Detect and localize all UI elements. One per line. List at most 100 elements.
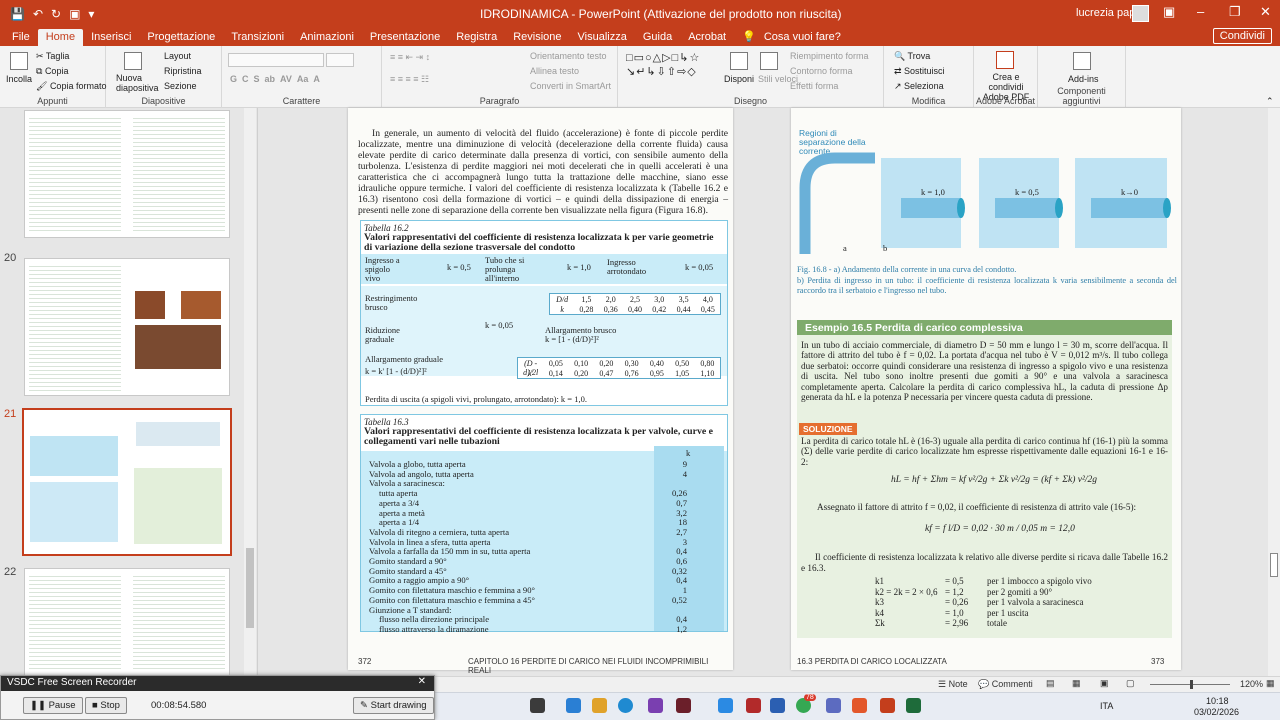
normal-view-icon[interactable]: ▤ (1046, 678, 1055, 689)
customize-qat-icon[interactable]: ▾ (88, 7, 94, 21)
app-icon[interactable] (852, 698, 867, 713)
font-name-box[interactable] (228, 53, 324, 67)
slide-thumbnail-19[interactable] (24, 110, 230, 238)
restore-icon[interactable]: ❐ (1229, 4, 1241, 20)
pdf-icon[interactable] (996, 51, 1014, 69)
teams-icon[interactable] (826, 698, 841, 713)
zoom-handle[interactable] (1190, 680, 1193, 689)
acrobat-icon[interactable] (746, 698, 761, 713)
slide-thumbnail-22[interactable] (24, 568, 230, 676)
arrange-button[interactable]: Disponi (724, 74, 754, 84)
reading-view-icon[interactable]: ▣ (1100, 678, 1109, 689)
folder-icon[interactable] (592, 698, 607, 713)
scroll-thumb[interactable] (1270, 553, 1278, 577)
store-icon[interactable] (566, 698, 581, 713)
scroll-thumb[interactable] (246, 548, 254, 628)
list-buttons[interactable]: ≡ ≡ ⇤ ⇥ ↕ (390, 52, 430, 63)
text-direction-button[interactable]: Orientamento testo (530, 51, 607, 61)
recorder-close-icon[interactable]: ✕ (418, 676, 426, 687)
paste-icon[interactable] (10, 52, 28, 70)
clock-date[interactable]: 03/02/2026 (1194, 707, 1239, 717)
tell-me-input[interactable]: Cosa vuoi fare? (756, 29, 849, 46)
font-style-buttons[interactable]: G C S ab AV Aa A (230, 74, 320, 84)
layout-button[interactable]: Layout (164, 51, 191, 61)
replace-button[interactable]: ⇄ Sostituisci (894, 66, 945, 77)
tab-review[interactable]: Revisione (505, 29, 569, 46)
align-text-button[interactable]: Allinea testo (530, 66, 579, 76)
smartart-button[interactable]: Converti in SmartArt (530, 81, 611, 91)
reset-button[interactable]: Ripristina (164, 66, 202, 76)
mail-icon[interactable] (718, 698, 733, 713)
ribbon-display-icon[interactable]: ▣ (1163, 4, 1175, 20)
shapes-gallery[interactable]: □▭○△▷□↳☆ (626, 51, 700, 64)
keyboard-language[interactable]: ITA (1100, 701, 1113, 711)
edge-icon[interactable] (618, 698, 633, 713)
powerpoint-icon[interactable] (880, 698, 895, 713)
slideshow-view-icon[interactable]: ▢ (1126, 678, 1135, 689)
pause-label: Pause (48, 700, 76, 711)
select-button[interactable]: ↗ Seleziona (894, 81, 944, 92)
format-painter-button[interactable]: 🖌 Copia formato (36, 81, 106, 92)
new-slide-icon[interactable] (124, 52, 142, 70)
shape-fill-button[interactable]: Riempimento forma (790, 51, 869, 61)
present-icon[interactable]: ▣ (69, 7, 80, 21)
fit-slide-icon[interactable]: ▦ (1266, 678, 1275, 689)
addins-button[interactable]: Add-ins (1068, 74, 1099, 84)
slides-scrollbar[interactable] (244, 108, 256, 676)
stop-button[interactable]: ■ Stop (85, 697, 127, 714)
paste-button[interactable]: Incolla (6, 74, 32, 84)
addins-icon[interactable] (1073, 52, 1091, 70)
section-button[interactable]: Sezione (164, 81, 197, 91)
tab-slideshow[interactable]: Presentazione (362, 29, 448, 46)
quick-styles-icon[interactable] (760, 52, 778, 70)
canvas-scrollbar[interactable] (1268, 108, 1280, 676)
comments-button[interactable]: 💬 Commenti (978, 679, 1033, 690)
onenote-icon[interactable] (648, 698, 663, 713)
tab-transitions[interactable]: Transizioni (223, 29, 292, 46)
tab-insert[interactable]: Inserisci (83, 29, 139, 46)
zoom-slider[interactable] (1150, 680, 1230, 689)
new-slide-button[interactable]: Nuova diapositiva (116, 73, 162, 93)
shapes-gallery-row2[interactable]: ↘↵↳⇩⇧⇨◇ (626, 65, 697, 78)
file-explorer-icon[interactable] (530, 698, 545, 713)
find-button[interactable]: 🔍 Trova (894, 51, 930, 62)
notes-button[interactable]: ☰ Note (938, 679, 968, 690)
tab-design[interactable]: Progettazione (139, 29, 223, 46)
app-icon[interactable] (676, 698, 691, 713)
grid-cell: 0,10 (574, 359, 589, 368)
slide-thumbnail-21[interactable] (22, 408, 232, 556)
share-button[interactable]: Condividi (1212, 28, 1272, 44)
tab-view[interactable]: Visualizza (570, 29, 635, 46)
tab-record[interactable]: Registra (448, 29, 505, 46)
zoom-level[interactable]: 120% (1240, 679, 1263, 689)
example-box: Esempio 16.5 Perdita di carico complessi… (797, 320, 1172, 638)
align-buttons[interactable]: ≡ ≡ ≡ ≡ ☷ (390, 74, 429, 85)
cut-button[interactable]: ✂ Taglia (36, 51, 69, 62)
start-drawing-button[interactable]: ✎ Start drawing (353, 697, 434, 714)
copy-button[interactable]: ⧉ Copia (36, 66, 68, 77)
figure-k-label: k = 1,0 (921, 187, 945, 197)
close-icon[interactable]: ✕ (1260, 4, 1271, 20)
tab-acrobat[interactable]: Acrobat (680, 29, 734, 46)
sorter-view-icon[interactable]: ▦ (1072, 678, 1081, 689)
tab-help[interactable]: Guida (635, 29, 680, 46)
slide-canvas[interactable]: In generale, un aumento di velocità del … (258, 108, 1268, 676)
arrange-icon[interactable] (730, 52, 748, 70)
clock-time[interactable]: 10:18 (1206, 696, 1229, 706)
word-icon[interactable] (770, 698, 785, 713)
avatar[interactable] (1132, 5, 1149, 22)
excel-icon[interactable] (906, 698, 921, 713)
redo-icon[interactable]: ↻ (51, 7, 61, 21)
tab-home[interactable]: Home (37, 29, 84, 46)
collapse-ribbon-icon[interactable]: ⌃ (1266, 96, 1274, 107)
tab-animations[interactable]: Animazioni (292, 29, 362, 46)
shape-outline-button[interactable]: Contorno forma (790, 66, 853, 76)
save-icon[interactable]: 💾 (10, 7, 25, 21)
minimize-icon[interactable]: – (1197, 4, 1204, 19)
shape-effects-button[interactable]: Effetti forma (790, 81, 838, 91)
pause-button[interactable]: ❚❚ Pause (23, 697, 83, 714)
font-size-box[interactable] (326, 53, 354, 67)
slide-thumbnail-20[interactable] (24, 258, 230, 396)
undo-icon[interactable]: ↶ (33, 7, 43, 21)
tab-file[interactable]: File (4, 29, 38, 46)
